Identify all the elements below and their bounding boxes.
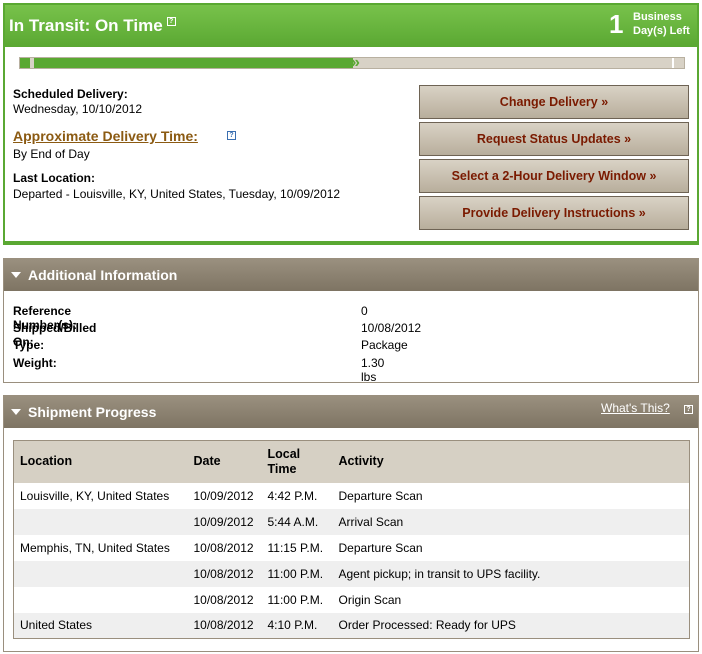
shipment-progress-header[interactable]: Shipment Progress What's This? ?: [4, 396, 698, 428]
scheduled-delivery-label: Scheduled Delivery:: [13, 87, 128, 101]
cell-activity: Departure Scan: [332, 534, 690, 561]
status-title: In Transit: On Time?: [9, 16, 176, 36]
progress-end-marker: [672, 58, 674, 68]
info-value: 10/08/2012: [361, 321, 422, 335]
provide-delivery-instructions-button[interactable]: Provide Delivery Instructions »: [419, 196, 689, 230]
column-header-local-time-line1: Local: [267, 446, 301, 461]
cell-location: [13, 508, 188, 535]
cell-date: 10/08/2012: [187, 612, 262, 639]
whats-this-link[interactable]: What's This?: [601, 401, 670, 415]
cell-location: [13, 586, 188, 613]
table-row: 10/08/2012 11:00 P.M. Origin Scan: [13, 586, 690, 613]
column-header-date: Date: [187, 440, 262, 483]
section-title: Shipment Progress: [28, 404, 157, 420]
help-icon[interactable]: ?: [166, 17, 176, 26]
info-value: 1.30 lbs: [361, 356, 385, 384]
section-title: Additional Information: [28, 267, 178, 283]
cell-time: 11:00 P.M.: [261, 586, 333, 613]
table-row: Memphis, TN, United States 10/08/2012 11…: [13, 534, 690, 561]
cell-date: 10/09/2012: [187, 508, 262, 535]
info-label: Weight:: [13, 356, 57, 370]
select-delivery-window-button[interactable]: Select a 2-Hour Delivery Window »: [419, 159, 689, 193]
cell-location: Memphis, TN, United States: [13, 534, 188, 561]
shipment-progress-table: Location Date Local Time Activity Louisv…: [13, 440, 690, 639]
cell-time: 5:44 A.M.: [261, 508, 333, 535]
column-header-local-time-line2: Time: [267, 461, 297, 476]
cell-date: 10/08/2012: [187, 560, 262, 587]
cell-activity: Departure Scan: [332, 482, 690, 509]
info-value: Package: [361, 338, 408, 352]
cell-date: 10/08/2012: [187, 534, 262, 561]
table-row: 10/08/2012 11:00 P.M. Agent pickup; in t…: [13, 560, 690, 587]
progress-fill: [34, 58, 353, 68]
table-row: United States 10/08/2012 4:10 P.M. Order…: [13, 612, 690, 639]
days-left-label-line1: Business: [633, 11, 682, 23]
table-row: 10/09/2012 5:44 A.M. Arrival Scan: [13, 508, 690, 535]
help-icon[interactable]: ?: [684, 405, 693, 414]
column-header-location: Location: [13, 440, 188, 483]
approx-delivery-time-value: By End of Day: [13, 147, 90, 161]
progress-arrow-icon: »: [351, 54, 360, 71]
collapse-triangle-icon[interactable]: [11, 272, 21, 278]
days-left-label-line2: Day(s) Left: [633, 25, 690, 37]
info-value: 0: [361, 304, 368, 318]
last-location-label: Last Location:: [13, 171, 96, 185]
cell-location: Louisville, KY, United States: [13, 482, 188, 509]
cell-time: 4:10 P.M.: [261, 612, 333, 639]
change-delivery-button[interactable]: Change Delivery »: [419, 85, 689, 119]
last-location-value: Departed - Louisville, KY, United States…: [13, 187, 341, 201]
help-icon[interactable]: ?: [227, 131, 236, 140]
approx-delivery-time-link[interactable]: Approximate Delivery Time:: [13, 128, 198, 144]
days-left-label: Business Day(s) Left: [633, 10, 697, 38]
cell-location: [13, 560, 188, 587]
status-header: In Transit: On Time? 1 Business Day(s) L…: [5, 5, 697, 47]
cell-time: 4:42 P.M.: [261, 482, 333, 509]
additional-information-header[interactable]: Additional Information: [4, 259, 698, 291]
cell-activity: Arrival Scan: [332, 508, 690, 535]
delivery-progress-bar: »: [19, 54, 685, 71]
cell-date: 10/08/2012: [187, 586, 262, 613]
cell-activity: Origin Scan: [332, 586, 690, 613]
request-status-updates-button[interactable]: Request Status Updates »: [419, 122, 689, 156]
table-row: Louisville, KY, United States 10/09/2012…: [13, 482, 690, 509]
table-header-row: Location Date Local Time Activity: [13, 440, 690, 483]
cell-activity: Agent pickup; in transit to UPS facility…: [332, 560, 690, 587]
cell-time: 11:15 P.M.: [261, 534, 333, 561]
days-left-count: 1: [609, 9, 624, 39]
status-title-text: In Transit: On Time: [9, 16, 163, 35]
progress-start-marker: [20, 58, 30, 68]
column-header-activity: Activity: [332, 440, 690, 483]
scheduled-delivery-value: Wednesday, 10/10/2012: [13, 102, 142, 116]
cell-location: United States: [13, 612, 188, 639]
collapse-triangle-icon[interactable]: [11, 409, 21, 415]
shipment-progress-section: Shipment Progress What's This? ? Locatio…: [3, 395, 699, 652]
cell-time: 11:00 P.M.: [261, 560, 333, 587]
cell-date: 10/09/2012: [187, 482, 262, 509]
transit-status-panel: In Transit: On Time? 1 Business Day(s) L…: [3, 3, 699, 245]
info-label: Type:: [13, 338, 45, 352]
cell-activity: Order Processed: Ready for UPS: [332, 612, 690, 639]
column-header-local-time: Local Time: [261, 440, 333, 483]
additional-information-section: Additional Information Reference Number(…: [3, 258, 699, 384]
